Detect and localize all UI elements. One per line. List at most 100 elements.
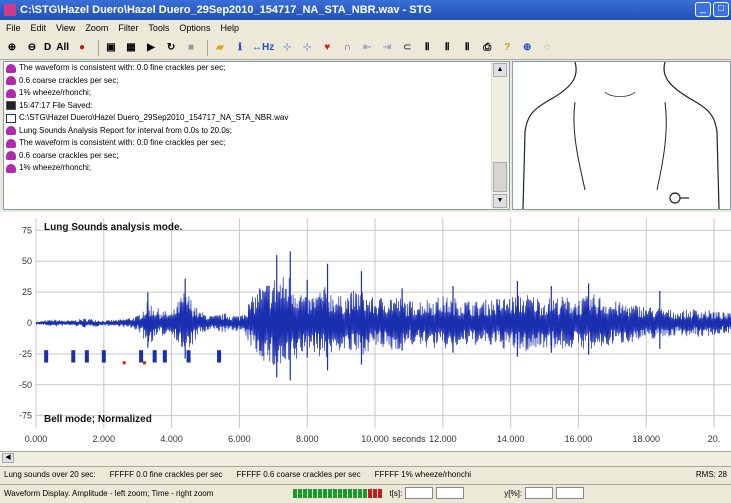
x-tick-label: 0.000: [25, 434, 48, 444]
split-right-icon[interactable]: ⊹: [299, 40, 315, 56]
chart-title: Lung Sounds analysis mode.: [44, 222, 183, 233]
lung-icon: [6, 63, 16, 73]
zoom-in-icon[interactable]: ⊕: [4, 40, 20, 56]
scroll-up-button[interactable]: ▲: [493, 63, 507, 77]
menu-file[interactable]: File: [6, 23, 21, 33]
crackle-marker: [142, 361, 146, 365]
log-line: 15:47:17 File Saved:: [4, 100, 492, 113]
zoom-icon[interactable]: ⊕: [519, 40, 535, 56]
wheeze-marker: [101, 350, 106, 363]
all-button[interactable]: All: [56, 42, 69, 53]
time-field-2[interactable]: [436, 487, 465, 499]
torso-outline: [522, 61, 720, 210]
analysis-status-bar: Lung sounds over 20 sec: FFFFF 0.0 fine …: [0, 466, 731, 481]
stop-icon[interactable]: ■: [183, 40, 199, 56]
scroll-left-button[interactable]: ◀: [2, 453, 14, 463]
scroll-thumb[interactable]: [493, 162, 507, 192]
log-line: The waveform is consistent with: 0.0 fin…: [4, 137, 492, 150]
move-left-icon[interactable]: ⇤: [359, 40, 375, 56]
move-right-icon[interactable]: ⇥: [379, 40, 395, 56]
menu-tools[interactable]: Tools: [148, 23, 169, 33]
meter-bar: [303, 488, 308, 498]
save-icon[interactable]: ▣: [103, 40, 119, 56]
maximize-button[interactable]: □: [713, 2, 729, 17]
time-scrollbar[interactable]: ◀: [0, 451, 731, 465]
lung-icon: [6, 126, 16, 136]
display-status-bar: Waveform Display. Amplitude - left zoom;…: [0, 484, 731, 501]
meter-bar: [338, 488, 343, 498]
x-tick-label: 6.000: [228, 434, 251, 444]
x-tick-label: 12.000: [429, 434, 457, 444]
d-button[interactable]: D: [44, 42, 51, 53]
record-icon[interactable]: ●: [74, 40, 90, 56]
meter-bar: [323, 488, 328, 498]
menu-options[interactable]: Options: [179, 23, 210, 33]
lung-icon[interactable]: ∩: [339, 40, 355, 56]
y-tick-label: 75: [22, 225, 32, 235]
app-icon: [4, 4, 16, 16]
time-field[interactable]: [405, 487, 434, 499]
play-icon[interactable]: ▶: [143, 40, 159, 56]
heart-icon[interactable]: ♥: [319, 40, 335, 56]
save-icon: [6, 101, 16, 111]
x-tick-label: 8.000: [296, 434, 319, 444]
meter-bar: [358, 488, 363, 498]
x-tick-label: 20.: [708, 434, 721, 444]
y-field[interactable]: [525, 487, 554, 499]
filter-2-icon[interactable]: Ⅱ: [439, 40, 455, 56]
log-line: 1% wheeze/rhonchi;: [4, 162, 492, 175]
x-tick-label: 4.000: [160, 434, 183, 444]
x-tick-label: 16.000: [565, 434, 593, 444]
y-field-2[interactable]: [556, 487, 585, 499]
toolbar-separator: [207, 39, 209, 56]
scroll-down-button[interactable]: ▼: [493, 194, 507, 208]
menu-zoom[interactable]: Zoom: [85, 23, 108, 33]
filter-3-icon[interactable]: Ⅱ: [459, 40, 475, 56]
log-text: The waveform is consistent with: 0.0 fin…: [19, 63, 226, 72]
meter-bar: [318, 488, 323, 498]
print-icon[interactable]: ⎙: [479, 40, 495, 56]
menu-filter[interactable]: Filter: [118, 23, 138, 33]
meter-bar: [348, 488, 353, 498]
title-bar: C:\STG\Hazel Duero\Hazel Duero_29Sep2010…: [0, 0, 731, 20]
y-label: y[%]:: [504, 488, 523, 498]
split-left-icon[interactable]: ⊹: [279, 40, 295, 56]
filter-1-icon[interactable]: Ⅱ: [419, 40, 435, 56]
log-lines: The waveform is consistent with: 0.0 fin…: [4, 62, 492, 175]
zoom-small-icon[interactable]: ◌: [539, 40, 555, 56]
stethoscope-icon[interactable]: [669, 192, 689, 204]
help-icon[interactable]: ?: [499, 40, 515, 56]
wheeze-marker: [71, 350, 76, 363]
wheeze-marker: [186, 350, 191, 363]
hz-button[interactable]: ↔Hz: [252, 42, 274, 53]
menu-bar: File Edit View Zoom Filter Tools Options…: [0, 20, 731, 36]
x-tick-label: 2.000: [93, 434, 116, 444]
meter-bar: [293, 488, 298, 498]
menu-help[interactable]: Help: [220, 23, 239, 33]
replay-icon[interactable]: ↻: [163, 40, 179, 56]
menu-edit[interactable]: Edit: [31, 23, 47, 33]
waveform-chart[interactable]: 75 50 25 0 -25 -50 -75 0.000 2.000 4.000 6.000 8.00…: [0, 212, 731, 451]
waveform-panel[interactable]: 75 50 25 0 -25 -50 -75 0.000 2.000 4.000 6.000 8.00…: [0, 212, 731, 451]
meter-bar: [333, 488, 338, 498]
y-tick-label: 50: [22, 256, 32, 266]
zoom-out-icon[interactable]: ⊖: [24, 40, 40, 56]
loop-icon[interactable]: ⊂: [399, 40, 415, 56]
menu-view[interactable]: View: [56, 23, 75, 33]
open-folder-icon[interactable]: ▰: [212, 40, 228, 56]
file-icon: [6, 113, 16, 123]
save-as-icon[interactable]: ▦: [123, 40, 139, 56]
meter-bar: [373, 488, 378, 498]
toolbar: ⊕ ⊖ D All ● ▣ ▦ ▶ ↻ ■ ▰ ℹ ↔Hz ⊹ ⊹ ♥ ∩ ⇤ ⇥ ⊂ Ⅱ Ⅱ Ⅱ ⎙? ⊕ ◌: [0, 36, 731, 60]
meter-bar: [378, 488, 383, 498]
chart-subtitle: Bell mode; Normalized: [44, 414, 152, 425]
log-line: The waveform is consistent with: 0.0 fin…: [4, 62, 492, 75]
wheeze-marker: [44, 350, 49, 363]
lung-icon: [6, 138, 16, 148]
minimize-button[interactable]: _: [695, 2, 711, 17]
info-icon[interactable]: ℹ: [232, 40, 248, 56]
log-text: 1% wheeze/rhonchi;: [19, 88, 92, 97]
lung-icon: [6, 151, 16, 161]
log-text: The waveform is consistent with: 0.0 fin…: [19, 138, 226, 147]
log-scrollbar[interactable]: ▲ ▼: [491, 62, 509, 209]
